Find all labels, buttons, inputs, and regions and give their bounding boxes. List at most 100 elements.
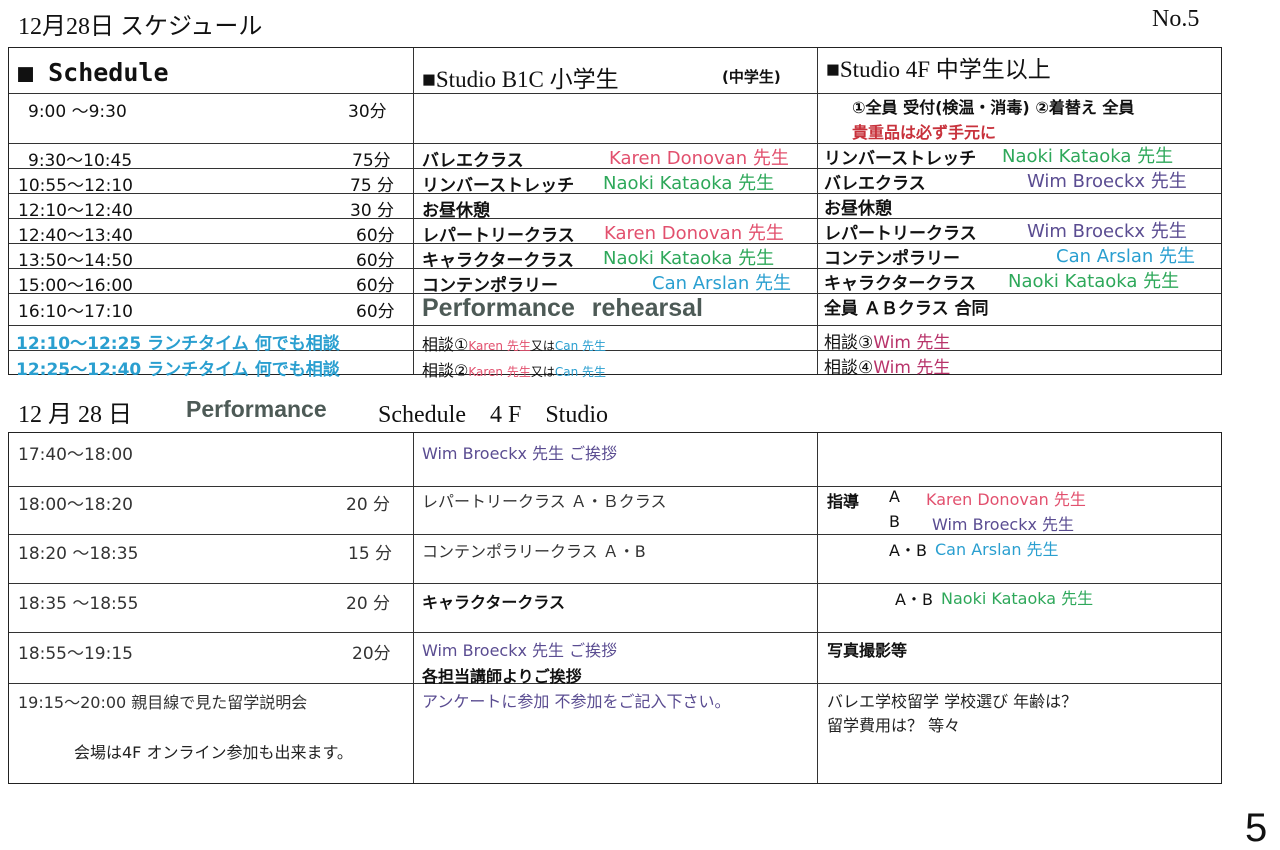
consult-teacher: Wim 先生 (873, 333, 951, 353)
consult-teacher: Can 先生 (554, 365, 607, 379)
group-ab-teacher: Can Arslan 先生 (935, 540, 1059, 559)
consult-teacher: Karen 先生 (468, 365, 531, 379)
f4-class: レパートリークラス (824, 224, 977, 244)
row-right-note: 写真撮影等 (827, 641, 908, 660)
b1c-class: バレエクラス (422, 151, 524, 171)
row-duration: 30分 (348, 102, 387, 122)
row-activity: レパートリークラス Ａ・Ｂクラス (422, 492, 667, 511)
row-activity: Wim Broeckx 先生 ご挨拶 (422, 641, 618, 660)
row-time: 19:15〜20:00 親目線で見た留学説明会 (18, 693, 308, 712)
row-time: 13:50〜14:50 (18, 251, 133, 271)
studio-4f-activity: ①全員 受付(検温・消毒) ②着替え 全員 (852, 98, 1135, 117)
row-time: 12:10〜12:40 (18, 201, 133, 221)
f4-teacher: Naoki Kataoka 先生 (1002, 146, 1174, 167)
b1c-teacher: Naoki Kataoka 先生 (603, 248, 775, 269)
studio-4f-header: ■Studio 4F 中学生以上 (826, 57, 1051, 82)
row-time: 17:40〜18:00 (18, 445, 133, 465)
consult-time: 12:25〜12:40 ランチタイム 何でも相談 (16, 360, 340, 380)
row-activity-2: 各担当講師よりご挨拶 (422, 667, 582, 686)
row-time: 18:55〜19:15 (18, 644, 133, 664)
schedule-header: ■ Schedule (18, 58, 169, 87)
row-right-note: バレエ学校留学 学校選び 年齢は？ (827, 692, 1078, 711)
group-a-teacher: Karen Donovan 先生 (926, 490, 1086, 509)
studio-b1c-subheader: (中学生) (722, 68, 781, 86)
f4-class: リンバーストレッチ (824, 149, 977, 169)
f4-teacher: Wim Broeckx 先生 (1027, 221, 1187, 242)
consult-label: 相談② (422, 361, 469, 380)
page-marker: 5 (1245, 806, 1268, 850)
section2-date: 12 月 28 日 (18, 402, 132, 428)
consult-label: 相談③ (824, 333, 874, 353)
row-duration: 60分 (356, 276, 395, 296)
f4-class: キャラクタークラス (824, 274, 976, 294)
group-ab-teacher: Naoki Kataoka 先生 (941, 589, 1094, 608)
row-time: 16:10〜17:10 (18, 302, 133, 322)
consult-slot: 相談④Wim 先生 (824, 353, 950, 378)
f4-class: 全員 ＡＢクラス 合同 (824, 299, 989, 319)
row-duration: 60分 (356, 251, 395, 271)
valuables-note: 貴重品は必ず手元に (852, 123, 997, 142)
instruction-label: 指導 (827, 492, 860, 511)
page-number: No.5 (1152, 6, 1200, 32)
studio-b1c-header: ■Studio B1C 小学生 (422, 67, 619, 92)
row-duration: 15 分 (348, 544, 393, 564)
row-activity: コンテンポラリークラス Ａ・B (422, 542, 646, 561)
f4-teacher: Can Arslan 先生 (1056, 246, 1195, 267)
consult-teacher: Wim 先生 (873, 358, 951, 378)
page-title: 12月28日 スケジュール (18, 14, 263, 40)
row-time: 18:35 〜18:55 (18, 594, 139, 614)
venue-note: 会場は4F オンライン参加も出来ます。 (74, 743, 353, 762)
row-time: 15:00〜16:00 (18, 276, 133, 296)
consult-or: 又は (530, 339, 555, 353)
group-a: A (889, 487, 900, 506)
section2-title: Schedule 4 F Studio (378, 402, 609, 428)
consult-label: 相談① (422, 335, 469, 354)
row-time: 9:30〜10:45 (28, 151, 133, 171)
b1c-teacher: Can Arslan 先生 (652, 273, 791, 294)
consult-label: 相談④ (824, 358, 874, 378)
row-duration: 20 分 (346, 594, 391, 614)
f4-class: バレエクラス (824, 174, 926, 194)
b1c-class: お昼休憩 (422, 201, 490, 221)
row-duration: 75分 (352, 151, 391, 171)
consult-time: 12:10〜12:25 ランチタイム 何でも相談 (16, 334, 340, 354)
b1c-teacher: Karen Donovan 先生 (604, 223, 784, 244)
section2-performance: Performance (186, 396, 327, 422)
f4-class: お昼休憩 (824, 199, 892, 219)
b1c-class: リンバーストレッチ (422, 176, 575, 196)
row-activity: キャラクタークラス (422, 593, 566, 612)
f4-teacher: Naoki Kataoka 先生 (1008, 271, 1180, 292)
group-b: B (889, 512, 900, 531)
row-duration: 20分 (352, 644, 391, 664)
row-duration: 75 分 (350, 176, 395, 196)
row-time: 9:00 〜9:30 (28, 102, 127, 122)
f4-class: コンテンポラリー (824, 249, 960, 269)
group-ab: A・B (889, 541, 927, 560)
row-duration: 30 分 (350, 201, 395, 221)
consult-teacher: Can 先生 (554, 339, 607, 353)
row-time: 18:20 〜18:35 (18, 544, 139, 564)
group-b-teacher: Wim Broeckx 先生 (932, 515, 1075, 534)
b1c-class: レパートリークラス (422, 226, 575, 246)
b1c-class: キャラクタークラス (422, 251, 574, 271)
row-activity: アンケートに参加 不参加をご記入下さい。 (422, 692, 731, 711)
b1c-class: コンテンポラリー (422, 276, 558, 296)
b1c-teacher: Karen Donovan 先生 (609, 148, 789, 169)
row-duration: 60分 (356, 226, 395, 246)
row-time: 12:40〜13:40 (18, 226, 133, 246)
consult-teacher: Karen 先生 (468, 339, 531, 353)
row-activity: Wim Broeckx 先生 ご挨拶 (422, 444, 618, 463)
performance-rehearsal: Performance rehearsal (422, 294, 703, 322)
consult-or: 又は (530, 365, 555, 379)
consult-slot: 相談③Wim 先生 (824, 328, 950, 353)
row-duration: 20 分 (346, 495, 391, 515)
row-time: 10:55〜12:10 (18, 176, 133, 196)
row-duration: 60分 (356, 302, 395, 322)
consult-slot: 相談①Karen 先生又はCan 先生 (422, 331, 606, 355)
f4-teacher: Wim Broeckx 先生 (1027, 171, 1187, 192)
b1c-teacher: Naoki Kataoka 先生 (603, 173, 775, 194)
row-time: 18:00〜18:20 (18, 495, 133, 515)
group-ab: A・B (895, 590, 933, 609)
consult-slot: 相談②Karen 先生又はCan 先生 (422, 357, 606, 381)
row-right-note-2: 留学費用は？ 等々 (827, 716, 961, 735)
